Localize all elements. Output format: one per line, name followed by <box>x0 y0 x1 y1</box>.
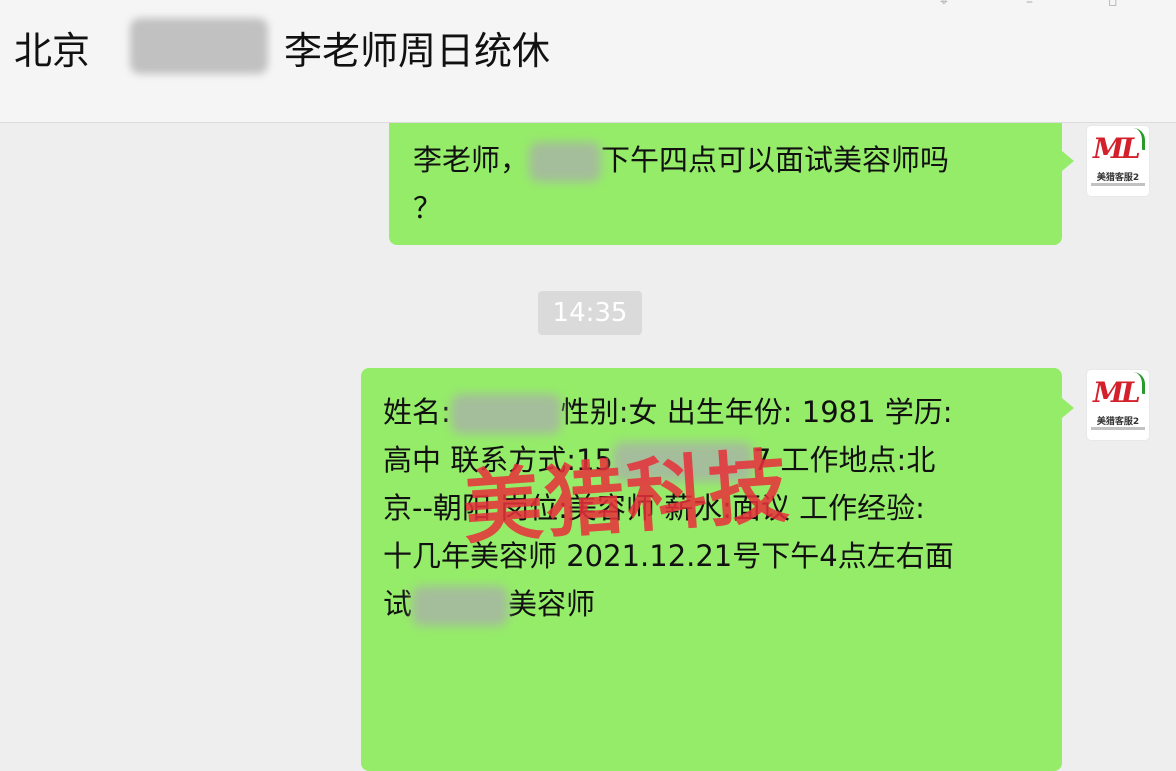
watermark: 美猎科技 <box>459 439 794 556</box>
logo-icon: ML <box>1093 376 1141 409</box>
message-bubble-1[interactable]: 李老师， 下午四点可以面试美容师吗 ？ <box>389 123 1062 245</box>
message-text: ？ <box>413 191 443 225</box>
message-text: 试 <box>383 587 413 621</box>
avatar-url-line <box>1091 427 1145 430</box>
redacted-blur <box>450 394 561 434</box>
timestamp: 14:35 <box>538 291 642 335</box>
pin-icon[interactable]: ⌖ <box>940 0 958 10</box>
message-text: 美容师 <box>508 587 596 621</box>
bubble-tail <box>1062 151 1074 171</box>
minimize-icon[interactable]: – <box>1026 0 1044 10</box>
avatar[interactable]: ML 美猎客服2 <box>1087 370 1149 440</box>
message-text: 姓名: <box>383 395 451 429</box>
redacted-name-blur <box>130 18 268 74</box>
avatar-url-line <box>1091 183 1145 186</box>
bubble-tail <box>1062 398 1074 418</box>
redacted-blur <box>529 142 602 182</box>
avatar[interactable]: ML 美猎客服2 <box>1087 126 1149 196</box>
chat-title-city: 北京 <box>14 29 91 73</box>
avatar-name: 美猎客服2 <box>1096 173 1140 183</box>
message-list[interactable]: 李老师， 下午四点可以面试美容师吗 ？ ML 美猎客服2 14:35 姓名: 性别:… <box>0 123 1176 771</box>
chat-title: 李老师周日统休 <box>284 29 551 73</box>
logo-icon: ML <box>1093 132 1141 165</box>
maximize-icon[interactable]: ▫ <box>1108 0 1126 10</box>
message-text: 李老师， <box>413 143 530 177</box>
chat-header: 北京 李老师周日统休 ⌖ – ▫ <box>0 0 1176 123</box>
redacted-blur <box>412 586 509 626</box>
avatar-name: 美猎客服2 <box>1096 417 1140 427</box>
message-text: 下午四点可以面试美容师吗 <box>601 143 950 177</box>
